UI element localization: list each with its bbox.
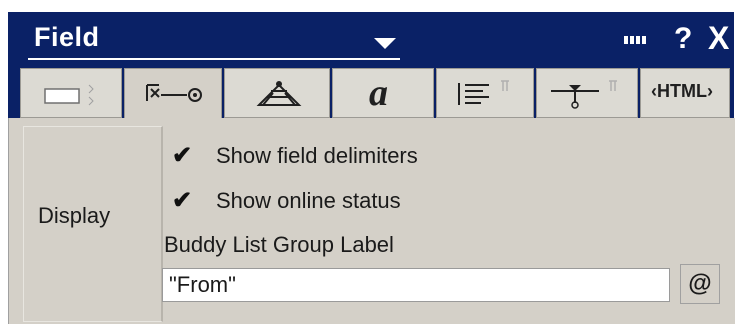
hat-icon [256,81,302,106]
field-box-icon [44,84,94,106]
field-properties-dialog: Field ? X a ‹HTML› Display ✔ Show field … [0,0,743,324]
dropdown-arrow-icon [374,38,396,49]
tab-hide-when[interactable] [224,68,330,118]
close-button[interactable]: X [708,20,729,57]
properties-tab-strip: a ‹HTML› [8,68,734,120]
tab-html[interactable]: ‹HTML› [640,68,730,118]
show-online-status-checkbox[interactable]: ✔ [172,189,194,213]
paragraph-align-icon [458,80,509,105]
title-bar: Field ? X [8,12,734,68]
help-button[interactable]: ? [674,22,692,56]
dialog-title: Field [34,22,100,52]
tab-field-control[interactable] [124,68,222,120]
tab-font[interactable]: a [332,68,434,118]
dock-grip-icon[interactable] [624,36,652,44]
formula-button[interactable]: @ [680,264,720,304]
html-tag-icon: ‹HTML› [651,81,713,101]
font-a-icon: a [369,72,388,114]
paragraph-hide-icon [551,80,617,109]
show-field-delimiters-label: Show field delimiters [216,143,418,168]
buddy-list-group-input[interactable] [162,268,670,302]
field-key-icon [146,84,202,102]
tab-paragraph[interactable] [436,68,534,118]
display-section-label: Display [38,203,111,228]
properties-type-dropdown[interactable]: Field [28,18,400,60]
show-field-delimiters-checkbox[interactable]: ✔ [172,144,194,168]
show-online-status-label: Show online status [216,188,401,213]
tab-field-info[interactable] [20,68,122,118]
tab-paragraph-hide[interactable] [536,68,638,118]
buddy-list-group-label: Buddy List Group Label [164,232,394,257]
